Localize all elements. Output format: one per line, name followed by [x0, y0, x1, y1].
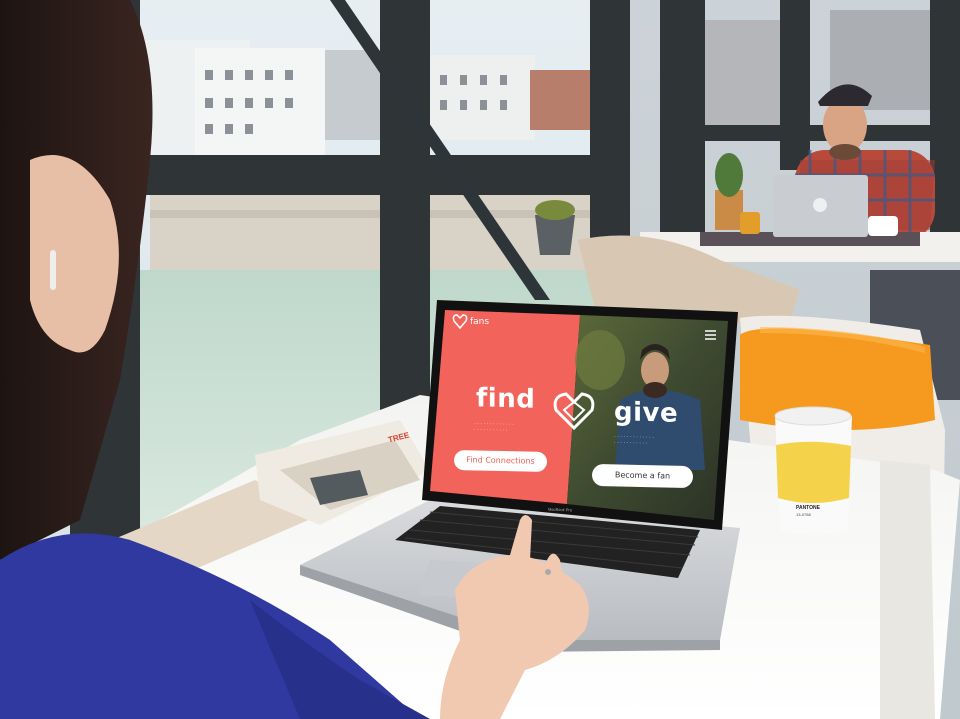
pantone-cup: [774, 406, 852, 535]
cup-code-label: 13-0758: [796, 512, 811, 517]
cup-brand-label: PANTONE: [796, 505, 820, 511]
scene-illustration: [0, 0, 960, 719]
cafe-scene: fans find give · · · · · · · · · · · · ·…: [0, 0, 960, 719]
right-panel-body-text: · · · · · · · · · · · · · · · · · · · · ·…: [613, 433, 654, 447]
become-a-fan-button[interactable]: Become a fan: [591, 463, 694, 489]
left-panel-body-text: · · · · · · · · · · · · · · · · · · · · ·…: [473, 420, 514, 434]
find-headline: find: [476, 383, 536, 415]
brand-name: fans: [470, 317, 490, 327]
find-connections-button[interactable]: Find Connections: [453, 450, 548, 472]
give-headline: give: [614, 397, 679, 429]
laptop-model-label: MacBook Pro: [547, 506, 573, 513]
